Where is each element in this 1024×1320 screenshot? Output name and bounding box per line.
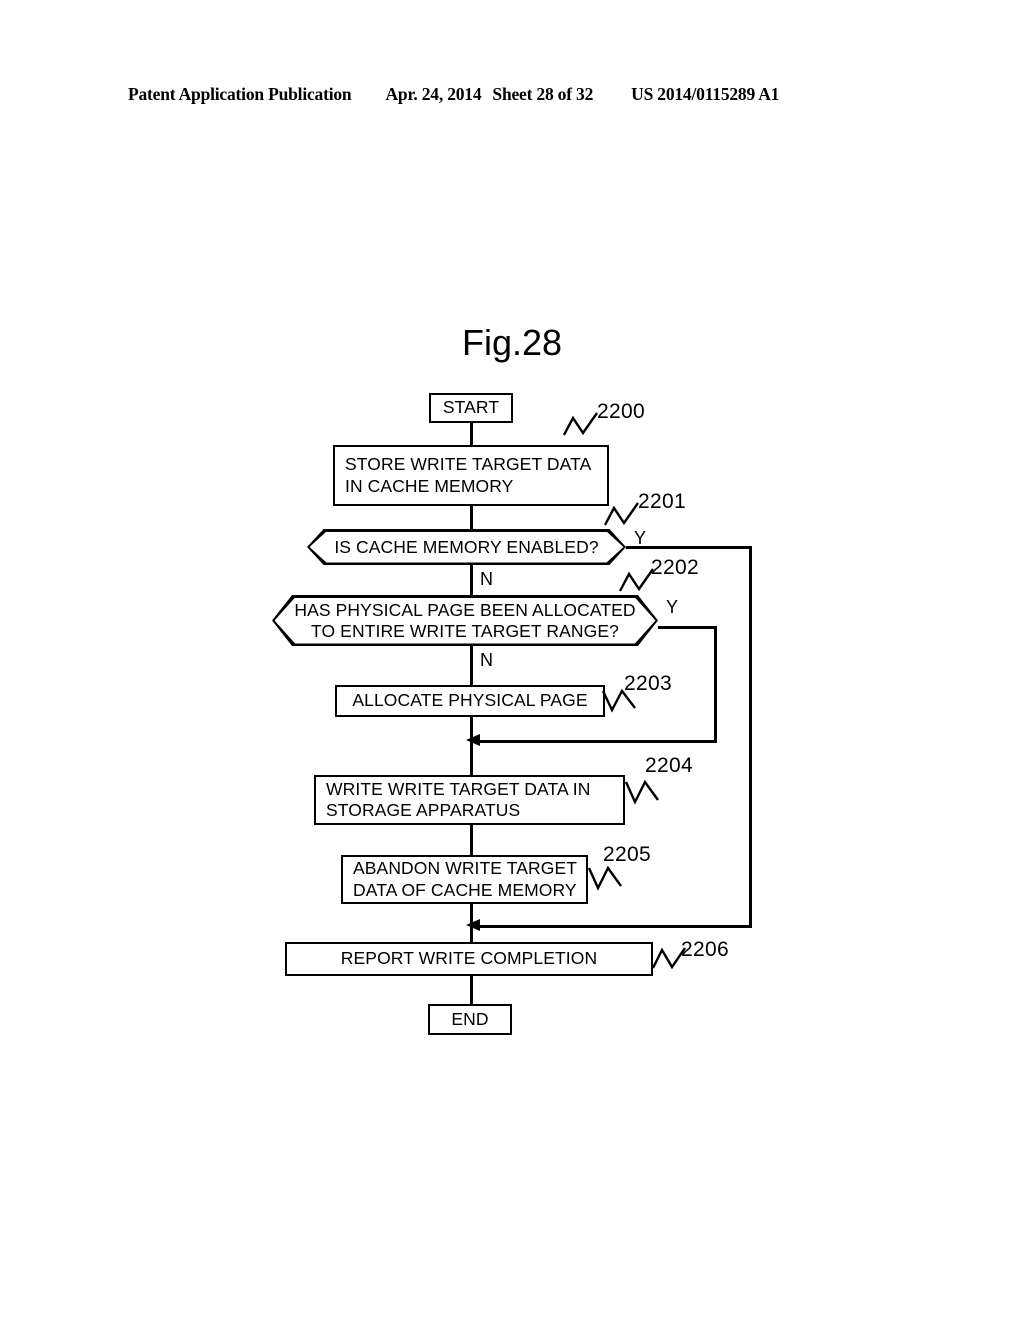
reference-numeral-2206: 2206 — [681, 938, 729, 961]
connector-report-to-end — [470, 975, 473, 1005]
reference-numeral-2204: 2204 — [645, 754, 693, 777]
node-end-label: END — [451, 1008, 489, 1029]
node-start-label: START — [442, 397, 500, 418]
reference-numeral-2202: 2202 — [651, 556, 699, 579]
node-write-write-target-data[interactable]: WRITE WRITE TARGET DATA IN STORAGE APPAR… — [314, 775, 625, 825]
branch-label-page-no: N — [480, 650, 493, 670]
connector-page-no-to-allocate — [470, 643, 473, 686]
decision-hexagon-fill: IS CACHE MEMORY ENABLED? — [309, 531, 624, 563]
connector-cache-yes-return — [478, 925, 752, 928]
connector-cache-yes-vertical — [749, 546, 752, 927]
node-store-write-target-data-label: STORE WRITE TARGET DATA IN CACHE MEMORY — [345, 454, 592, 496]
node-allocate-physical-page-label: ALLOCATE PHYSICAL PAGE — [352, 690, 588, 711]
connector-cache-no-to-page-decision — [470, 563, 473, 597]
connector-page-yes-return — [478, 740, 717, 743]
leader-squiggle-2205 — [587, 864, 628, 891]
branch-label-cache-yes: Y — [634, 528, 647, 548]
decision-is-cache-memory-enabled-label: IS CACHE MEMORY ENABLED? — [334, 536, 599, 557]
node-allocate-physical-page[interactable]: ALLOCATE PHYSICAL PAGE — [335, 685, 605, 717]
connector-page-yes-vertical — [714, 626, 717, 742]
reference-numeral-2205: 2205 — [603, 843, 651, 866]
leader-squiggle-2204 — [624, 778, 665, 805]
reference-numeral-2201: 2201 — [638, 490, 686, 513]
arrowhead-cache-yes-merge — [466, 919, 480, 931]
connector-write-to-abandon — [470, 824, 473, 856]
node-start[interactable]: START — [429, 393, 513, 423]
decision-is-cache-memory-enabled[interactable]: IS CACHE MEMORY ENABLED? — [307, 529, 626, 565]
node-abandon-write-target-data[interactable]: ABANDON WRITE TARGET DATA OF CACHE MEMOR… — [341, 855, 588, 904]
node-abandon-write-target-data-label: ABANDON WRITE TARGET DATA OF CACHE MEMOR… — [353, 858, 578, 900]
branch-label-cache-no: N — [480, 569, 493, 589]
connector-page-yes-horizontal — [655, 626, 717, 629]
connector-store-to-cache-decision — [470, 505, 473, 532]
node-report-write-completion-label: REPORT WRITE COMPLETION — [340, 948, 598, 969]
node-report-write-completion[interactable]: REPORT WRITE COMPLETION — [285, 942, 653, 976]
figure-28-flowchart: Fig.28 START STORE WRITE TARGET DATA IN … — [0, 0, 1024, 1320]
arrowhead-page-yes-merge — [466, 734, 480, 746]
reference-numeral-2203: 2203 — [624, 672, 672, 695]
decision-hexagon-fill: HAS PHYSICAL PAGE BEEN ALLOCATED TO ENTI… — [274, 597, 656, 644]
branch-label-page-yes: Y — [666, 597, 679, 617]
node-write-write-target-data-label: WRITE WRITE TARGET DATA IN STORAGE APPAR… — [326, 778, 591, 820]
decision-has-physical-page-been-allocated-label: HAS PHYSICAL PAGE BEEN ALLOCATED TO ENTI… — [294, 599, 636, 641]
decision-has-physical-page-been-allocated[interactable]: HAS PHYSICAL PAGE BEEN ALLOCATED TO ENTI… — [272, 595, 658, 646]
figure-title: Fig.28 — [461, 322, 563, 363]
connector-start-to-store — [470, 422, 473, 446]
node-store-write-target-data[interactable]: STORE WRITE TARGET DATA IN CACHE MEMORY — [333, 445, 609, 506]
node-end[interactable]: END — [428, 1004, 512, 1035]
reference-numeral-2200: 2200 — [597, 400, 645, 423]
